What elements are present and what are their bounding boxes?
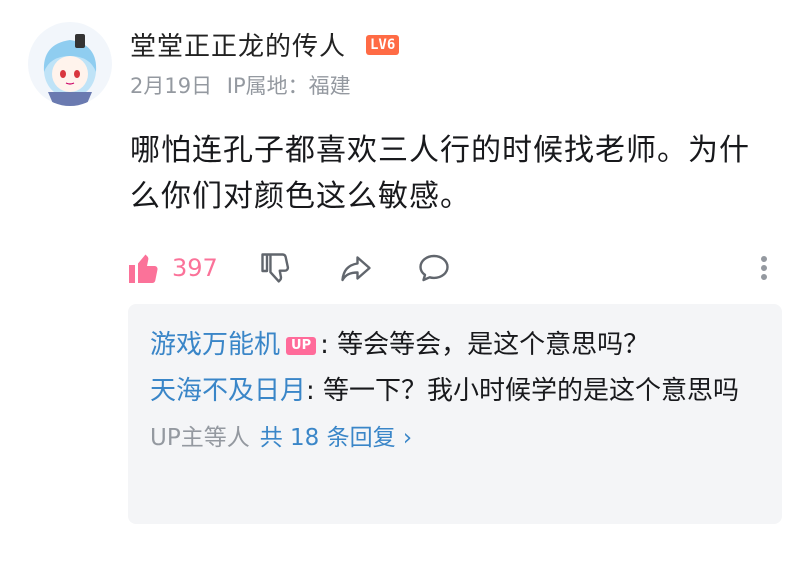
up-badge: UP — [286, 337, 317, 355]
share-icon — [341, 256, 371, 282]
reply-separator: : — [306, 376, 324, 406]
like-count: 397 — [172, 254, 218, 282]
like-button[interactable]: 397 — [126, 244, 218, 292]
reply-username[interactable]: 天海不及日月 — [150, 376, 306, 406]
replies-count: 共 18 条回复 — [259, 425, 396, 451]
chevron-right-icon: › — [402, 425, 413, 451]
level-badge: LV6 — [366, 35, 400, 55]
more-options-button[interactable] — [754, 244, 774, 292]
thumbs-down-icon — [261, 253, 290, 283]
ip-location: IP属地：福建 — [226, 74, 351, 98]
action-bar: 397 — [126, 244, 776, 292]
reply-item: 游戏万能机 UP: 等会等会，是这个意思吗？ — [150, 322, 760, 368]
post-content: 哪怕连孔子都喜欢三人行的时候找老师。为什么你们对颜色这么敏感。 — [130, 133, 750, 214]
reply-text: 等一下？我小时候学的是这个意思吗 — [323, 376, 740, 406]
reply-separator: : — [320, 330, 338, 360]
post-date: 2月19日 — [130, 74, 213, 98]
replies-count-link[interactable]: 共 18 条回复 › — [260, 425, 412, 451]
post-meta: 2月19日 IP属地：福建 — [130, 70, 359, 100]
dislike-button[interactable] — [258, 244, 294, 292]
reply-button[interactable] — [416, 244, 452, 292]
replies-preview[interactable]: 游戏万能机 UP: 等会等会，是这个意思吗？ 天海不及日月: 等一下？我小时候学的… — [128, 304, 782, 524]
username[interactable]: 堂堂正正龙的传人 — [130, 26, 346, 63]
reply-item: 天海不及日月: 等一下？我小时候学的是这个意思吗 — [150, 368, 760, 414]
reply-username[interactable]: 游戏万能机 — [150, 330, 280, 360]
avatar-image — [43, 34, 97, 106]
more-vertical-icon — [761, 256, 767, 280]
reply-text: 等会等会，是这个意思吗？ — [337, 330, 650, 360]
replies-footer[interactable]: UP主等人共 18 条回复 › — [150, 418, 760, 458]
comment-icon — [419, 254, 449, 282]
avatar[interactable] — [28, 22, 112, 106]
replies-footer-prefix: UP主等人 — [150, 425, 250, 451]
thumbs-up-icon — [129, 254, 158, 283]
share-button[interactable] — [338, 244, 374, 292]
